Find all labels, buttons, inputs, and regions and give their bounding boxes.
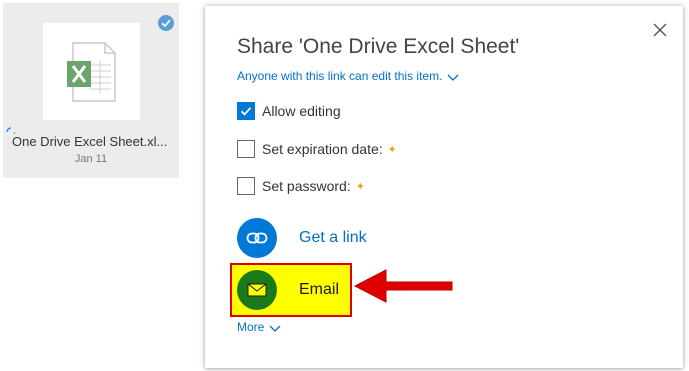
file-date: Jan 11 xyxy=(74,153,108,165)
premium-star-icon: ✦ xyxy=(387,143,397,156)
file-name[interactable]: One Drive Excel Sheet.xl... xyxy=(3,134,179,152)
checkmark-icon xyxy=(240,107,252,116)
excel-file-icon xyxy=(67,42,116,102)
close-button[interactable] xyxy=(652,22,668,38)
set-password-label: Set password: xyxy=(262,178,351,194)
close-icon xyxy=(653,23,667,37)
permission-dropdown[interactable]: Anyone with this link can edit this item… xyxy=(237,69,459,83)
set-password-checkbox[interactable] xyxy=(237,177,255,195)
link-icon xyxy=(237,218,277,258)
expiration-date-option[interactable]: Set expiration date: ✦ xyxy=(237,138,397,160)
permission-text: Anyone with this link can edit this item… xyxy=(237,69,443,83)
allow-editing-checkbox[interactable] xyxy=(237,102,255,120)
red-arrow-icon xyxy=(353,269,453,303)
more-options-link[interactable]: More xyxy=(237,320,281,334)
chevron-down-icon xyxy=(269,325,281,332)
dialog-title: Share 'One Drive Excel Sheet' xyxy=(237,35,520,58)
expiration-date-checkbox[interactable] xyxy=(237,140,255,158)
allow-editing-label: Allow editing xyxy=(262,103,341,119)
envelope-icon xyxy=(237,270,277,310)
file-tile[interactable]: One Drive Excel Sheet.xl... Jan 11 xyxy=(3,3,179,178)
email-button[interactable]: Email xyxy=(237,270,339,310)
more-label: More xyxy=(237,320,265,334)
set-password-option[interactable]: Set password: ✦ xyxy=(237,175,365,197)
get-link-button[interactable]: Get a link xyxy=(237,218,367,258)
email-label: Email xyxy=(299,281,340,298)
premium-star-icon: ✦ xyxy=(355,180,365,193)
file-thumbnail xyxy=(43,23,140,120)
share-dialog: Share 'One Drive Excel Sheet' Anyone wit… xyxy=(205,6,683,368)
allow-editing-option[interactable]: Allow editing xyxy=(237,100,341,122)
get-link-label: Get a link xyxy=(299,229,367,246)
chevron-down-icon xyxy=(447,74,459,81)
selected-check-icon[interactable] xyxy=(158,15,174,31)
expiration-date-label: Set expiration date: xyxy=(262,141,383,157)
